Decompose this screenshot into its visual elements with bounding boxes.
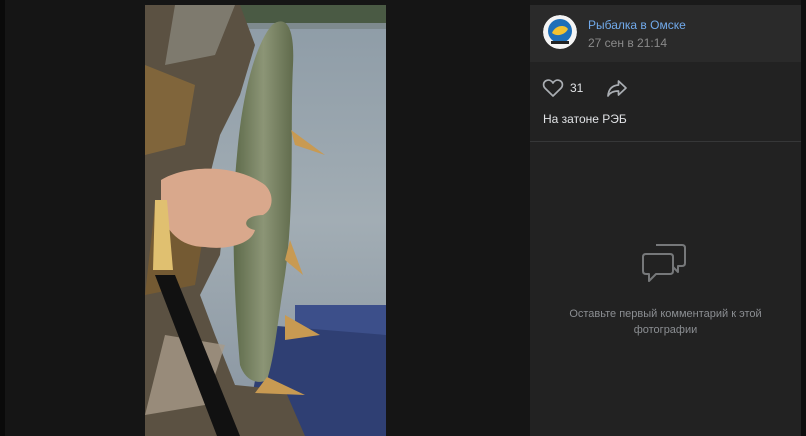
- share-arrow-icon: [607, 80, 627, 97]
- share-button[interactable]: [606, 77, 628, 99]
- author-name-link[interactable]: Рыбалка в Омске: [588, 18, 686, 32]
- community-avatar[interactable]: [543, 15, 577, 49]
- post-date[interactable]: 27 сен в 21:14: [588, 36, 667, 50]
- viewer-left-edge: [0, 0, 5, 436]
- divider: [530, 141, 801, 142]
- post-photo[interactable]: [145, 5, 386, 436]
- like-button[interactable]: 31: [542, 77, 583, 99]
- viewer-right-edge: [801, 0, 806, 436]
- community-logo: [543, 15, 577, 49]
- heart-icon: [542, 79, 564, 97]
- empty-comments-text: Оставьте первый комментарий к этой фотог…: [569, 308, 762, 336]
- like-count: 31: [570, 81, 584, 95]
- post-caption: На затоне РЭБ: [543, 112, 627, 126]
- post-side-panel: Рыбалка в Омске 27 сен в 21:14 31 На зат…: [530, 5, 801, 436]
- comment-bubbles-icon: [640, 241, 688, 285]
- post-actions: 31: [530, 62, 801, 112]
- post-header: Рыбалка в Омске 27 сен в 21:14: [530, 5, 801, 62]
- fish-photo-image: [145, 5, 386, 436]
